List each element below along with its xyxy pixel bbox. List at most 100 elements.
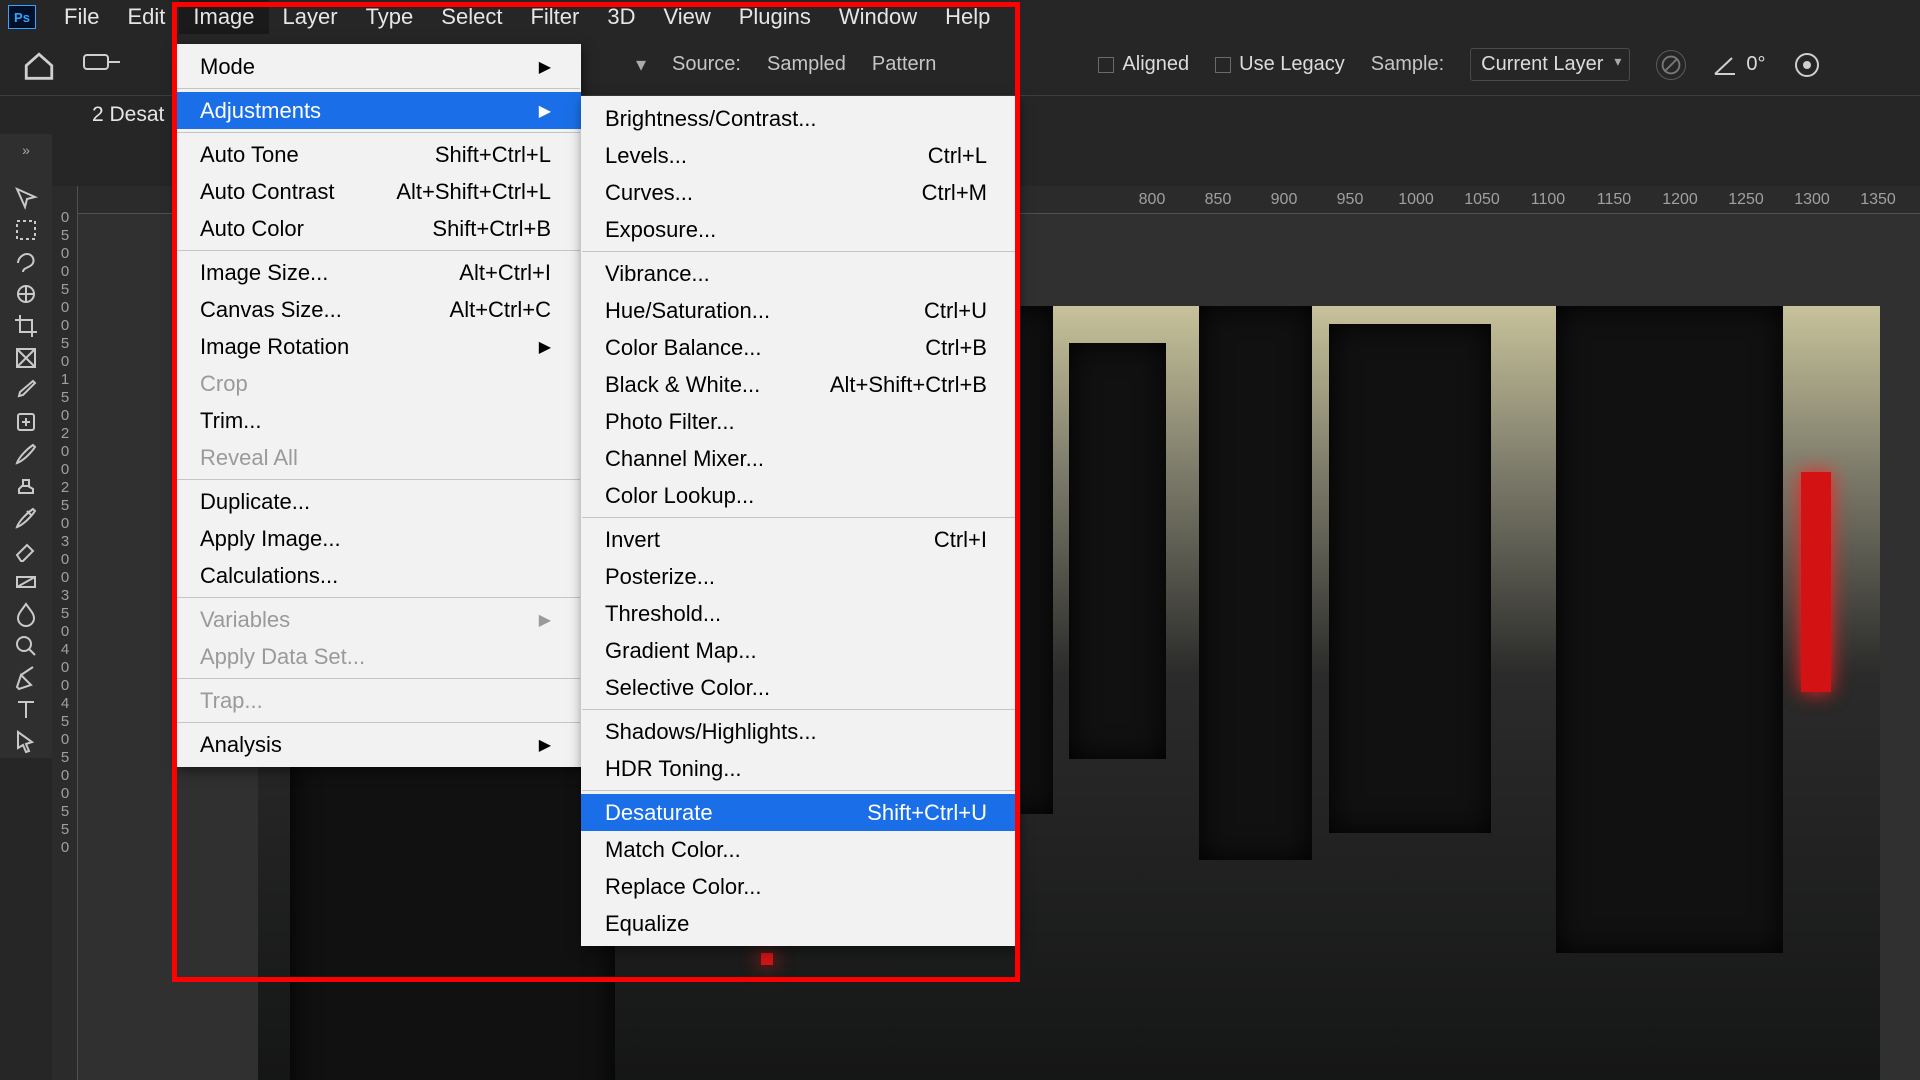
menu-view[interactable]: View [649, 0, 724, 34]
sample-dropdown[interactable]: Current Layer [1470, 48, 1630, 81]
eraser-tool[interactable] [10, 534, 42, 566]
healing-brush-tool[interactable] [10, 406, 42, 438]
adjustments-item-replace-color[interactable]: Replace Color... [581, 868, 1017, 905]
image-menu-item-apply-image[interactable]: Apply Image... [176, 520, 581, 557]
adjustments-item-threshold[interactable]: Threshold... [581, 595, 1017, 632]
menu-item-label: Posterize... [605, 564, 715, 590]
clone-stamp-tool[interactable] [10, 470, 42, 502]
adjustments-item-exposure[interactable]: Exposure... [581, 211, 1017, 248]
adjustments-item-gradient-map[interactable]: Gradient Map... [581, 632, 1017, 669]
dodge-tool[interactable] [10, 630, 42, 662]
gradient-tool[interactable] [10, 566, 42, 598]
adjustments-item-hdr-toning[interactable]: HDR Toning... [581, 750, 1017, 787]
dropdown-caret-icon[interactable]: ▾ [636, 52, 646, 77]
image-menu-item-adjustments[interactable]: Adjustments▶ [176, 92, 581, 129]
menu-item-shortcut: Ctrl+I [934, 527, 987, 553]
image-menu-item-image-size[interactable]: Image Size...Alt+Ctrl+I [176, 254, 581, 291]
frame-tool[interactable] [10, 342, 42, 374]
adjustments-item-channel-mixer[interactable]: Channel Mixer... [581, 440, 1017, 477]
adjustments-item-levels[interactable]: Levels...Ctrl+L [581, 137, 1017, 174]
adjustments-item-color-lookup[interactable]: Color Lookup... [581, 477, 1017, 514]
ruler-tick: 5 [52, 750, 78, 765]
lasso-tool[interactable] [10, 246, 42, 278]
adjustments-item-photo-filter[interactable]: Photo Filter... [581, 403, 1017, 440]
menu-item-label: Trim... [200, 408, 262, 434]
tool-preset-icon[interactable] [82, 49, 124, 81]
image-menu-item-canvas-size[interactable]: Canvas Size...Alt+Ctrl+C [176, 291, 581, 328]
menu-3d[interactable]: 3D [593, 0, 649, 34]
submenu-arrow-icon: ▶ [539, 735, 551, 755]
ruler-tick: 1100 [1531, 191, 1565, 209]
menu-separator [177, 132, 580, 133]
menu-window[interactable]: Window [825, 0, 931, 34]
image-menu-item-auto-contrast[interactable]: Auto Contrast Alt+Shift+Ctrl+L [176, 173, 581, 210]
source-sampled[interactable]: Sampled [767, 53, 846, 76]
adjustments-item-black-white[interactable]: Black & White...Alt+Shift+Ctrl+B [581, 366, 1017, 403]
image-menu-item-calculations[interactable]: Calculations... [176, 557, 581, 594]
adjustments-item-match-color[interactable]: Match Color... [581, 831, 1017, 868]
adjustments-item-brightness-contrast[interactable]: Brightness/Contrast... [581, 100, 1017, 137]
use-legacy-checkbox[interactable]: Use Legacy [1215, 53, 1345, 76]
adjustments-item-posterize[interactable]: Posterize... [581, 558, 1017, 595]
menu-filter[interactable]: Filter [516, 0, 593, 34]
document-tab[interactable]: 2 Desat [92, 103, 164, 127]
menu-item-label: Reveal All [200, 445, 298, 471]
image-menu-item-image-rotation[interactable]: Image Rotation▶ [176, 328, 581, 365]
image-menu-item-auto-color[interactable]: Auto ColorShift+Ctrl+B [176, 210, 581, 247]
eyedropper-tool[interactable] [10, 374, 42, 406]
menu-item-label: Auto Tone [200, 142, 299, 168]
adjustments-item-equalize[interactable]: Equalize [581, 905, 1017, 942]
image-menu-item-analysis[interactable]: Analysis▶ [176, 726, 581, 763]
type-tool[interactable] [10, 694, 42, 726]
brush-tool[interactable] [10, 438, 42, 470]
move-tool[interactable] [10, 182, 42, 214]
aligned-checkbox[interactable]: Aligned [1098, 53, 1189, 76]
adjustments-item-vibrance[interactable]: Vibrance... [581, 255, 1017, 292]
menu-edit[interactable]: Edit [113, 0, 179, 34]
image-menu-item-trim[interactable]: Trim... [176, 402, 581, 439]
blur-tool[interactable] [10, 598, 42, 630]
adjustments-item-curves[interactable]: Curves...Ctrl+M [581, 174, 1017, 211]
image-menu-item-auto-tone[interactable]: Auto ToneShift+Ctrl+L [176, 136, 581, 173]
menu-plugins[interactable]: Plugins [725, 0, 825, 34]
ruler-tick: 900 [1271, 191, 1298, 209]
menu-type[interactable]: Type [352, 0, 428, 34]
adjustments-item-invert[interactable]: InvertCtrl+I [581, 521, 1017, 558]
history-brush-tool[interactable] [10, 502, 42, 534]
menu-image[interactable]: Image [179, 0, 268, 34]
adjustments-item-desaturate[interactable]: DesaturateShift+Ctrl+U [581, 794, 1017, 831]
menu-item-label: Trap... [200, 688, 263, 714]
ruler-tick: 0 [52, 552, 78, 567]
menu-item-label: Auto Contrast [200, 179, 335, 205]
path-select-tool[interactable] [10, 726, 42, 758]
image-menu-item-duplicate[interactable]: Duplicate... [176, 483, 581, 520]
home-icon[interactable] [22, 50, 56, 80]
ruler-tick: 5 [52, 282, 78, 297]
ignore-adjustment-icon[interactable] [1656, 50, 1686, 80]
expand-panels-icon[interactable]: » [22, 142, 30, 162]
menu-item-shortcut: Ctrl+B [925, 335, 987, 361]
adjustments-item-hue-saturation[interactable]: Hue/Saturation...Ctrl+U [581, 292, 1017, 329]
marquee-tool[interactable] [10, 214, 42, 246]
menu-layer[interactable]: Layer [269, 0, 352, 34]
menu-item-shortcut: Alt+Ctrl+I [459, 260, 551, 286]
ruler-tick: 4 [52, 642, 78, 657]
menu-file[interactable]: File [50, 0, 113, 34]
ruler-tick: 3 [52, 534, 78, 549]
adjustments-item-shadows-highlights[interactable]: Shadows/Highlights... [581, 713, 1017, 750]
quick-select-tool[interactable] [10, 278, 42, 310]
crop-tool[interactable] [10, 310, 42, 342]
menu-item-shortcut: Alt+Shift+Ctrl+L [396, 179, 551, 205]
menu-help[interactable]: Help [931, 0, 1004, 34]
source-pattern[interactable]: Pattern [872, 53, 936, 76]
pen-tool[interactable] [10, 662, 42, 694]
menu-select[interactable]: Select [427, 0, 516, 34]
adjustments-item-color-balance[interactable]: Color Balance...Ctrl+B [581, 329, 1017, 366]
ruler-tick: 3 [52, 588, 78, 603]
adjustments-item-selective-color[interactable]: Selective Color... [581, 669, 1017, 706]
image-menu-item-reveal-all: Reveal All [176, 439, 581, 476]
menu-item-label: Canvas Size... [200, 297, 342, 323]
pressure-icon[interactable] [1792, 50, 1822, 80]
image-menu-item-mode[interactable]: Mode▶ [176, 48, 581, 85]
angle-icon[interactable]: 0° [1712, 52, 1765, 78]
